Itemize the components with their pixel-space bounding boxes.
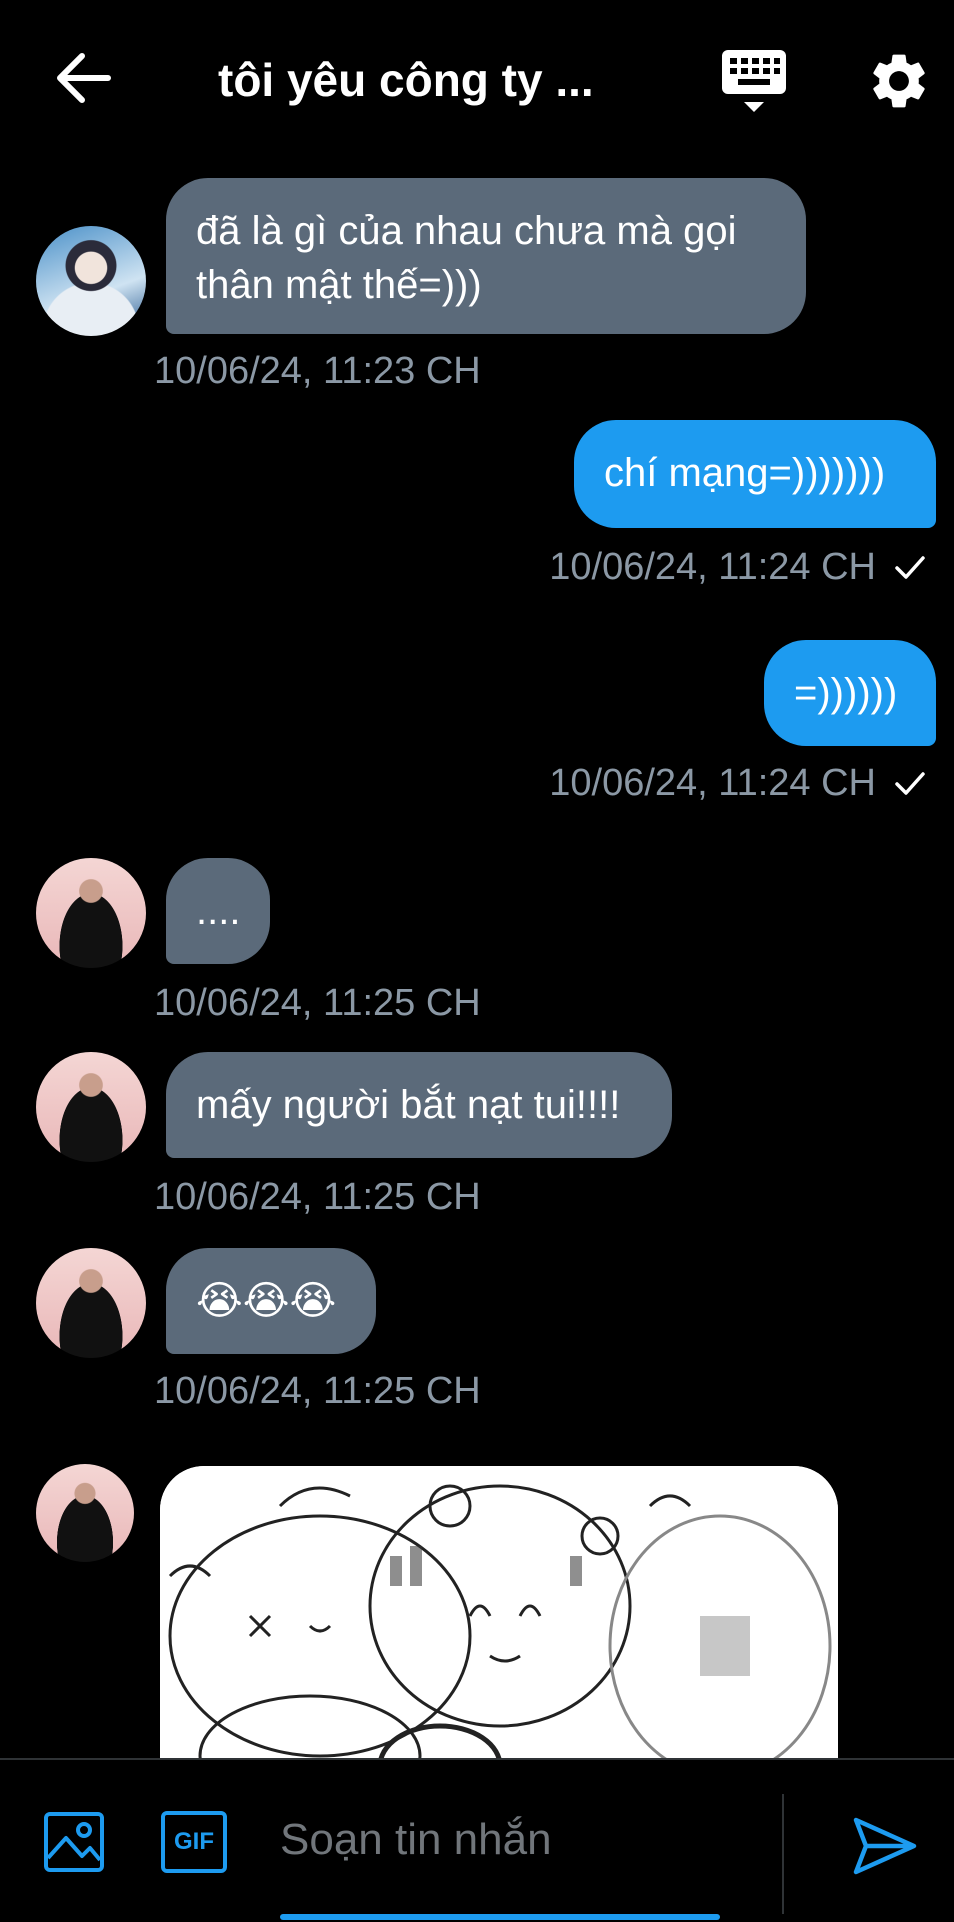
message-text: mấy người bắt nạt tui!!!! [196,1083,621,1127]
add-photo-button[interactable] [42,1810,106,1874]
message-timestamp: 10/06/24, 11:24 CH [549,762,876,804]
check-icon [895,556,925,579]
composer-divider [782,1794,784,1914]
message-bubble-incoming[interactable]: mấy người bắt nạt tui!!!! [166,1052,672,1158]
avatar[interactable] [36,1248,146,1358]
arrow-left-icon [57,53,111,103]
back-button[interactable] [52,46,116,110]
message-input[interactable]: Soạn tin nhắn [280,1800,760,1880]
image-message[interactable] [160,1466,838,1766]
keyboard-button[interactable] [718,46,790,118]
avatar[interactable] [36,226,146,336]
send-icon [853,1817,917,1875]
settings-button[interactable] [866,48,932,114]
message-text: =)))))) [794,671,898,715]
message-bubble-incoming[interactable]: đã là gì của nhau chưa mà gọi thân mật t… [166,178,806,334]
message-timestamp: 10/06/24, 11:25 CH [154,982,481,1024]
avatar[interactable] [36,1052,146,1162]
message-composer: GIF Soạn tin nhắn [0,1758,954,1922]
home-indicator [280,1914,720,1920]
message-timestamp: 10/06/24, 11:24 CH [549,546,876,588]
message-bubble-outgoing[interactable]: chí mạng=))))))) [574,420,936,528]
message-bubble-incoming[interactable]: 😭😭😭 [166,1248,376,1354]
message-text: chí mạng=))))))) [604,451,886,495]
message-emoji: 😭😭😭 [196,1278,337,1324]
keyboard-icon [722,50,786,112]
message-text-line: thân mật thế=))) [196,263,482,307]
avatar[interactable] [36,1464,134,1562]
message-timestamp: 10/06/24, 11:25 CH [154,1176,481,1218]
message-bubble-incoming[interactable]: .... [166,858,270,964]
gif-button[interactable]: GIF [160,1810,228,1874]
conversation-title: tôi yêu công ty ... [218,54,594,106]
message-input-placeholder: Soạn tin nhắn [280,1815,552,1864]
message-text: .... [196,889,241,933]
send-button[interactable] [852,1814,918,1878]
sticker-image [160,1466,838,1766]
message-timestamp: 10/06/24, 11:25 CH [154,1370,481,1412]
message-timestamp: 10/06/24, 11:23 CH [154,350,481,392]
message-bubble-outgoing[interactable]: =)))))) [764,640,936,746]
check-icon [895,772,925,795]
avatar[interactable] [36,858,146,968]
gear-icon [873,54,925,108]
message-text-line: đã là gì của nhau chưa mà gọi [196,209,737,253]
image-icon [44,1812,104,1872]
gif-label: GIF [174,1828,214,1855]
chat-header: tôi yêu công ty ... [0,0,954,160]
